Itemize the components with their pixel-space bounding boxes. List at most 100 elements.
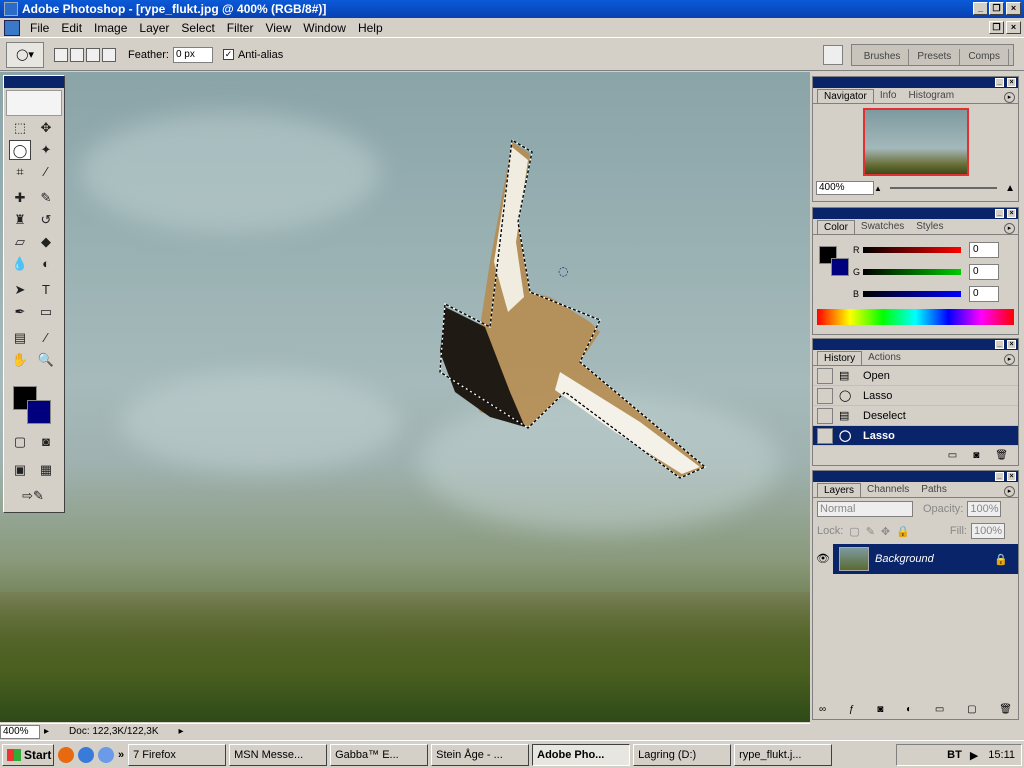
- tab-paths[interactable]: Paths: [915, 483, 953, 497]
- start-button[interactable]: Start: [2, 743, 54, 766]
- tab-navigator[interactable]: Navigator: [817, 89, 874, 103]
- tab-swatches[interactable]: Swatches: [855, 220, 910, 234]
- blend-mode-select[interactable]: Normal: [817, 501, 913, 517]
- lock-all-icon[interactable]: 🔒: [896, 525, 910, 538]
- brush-tool-icon[interactable]: ✎: [35, 188, 57, 208]
- well-tab-presets[interactable]: Presets: [909, 49, 961, 65]
- feather-input[interactable]: [172, 46, 213, 63]
- tab-actions[interactable]: Actions: [862, 351, 907, 365]
- subtract-selection-icon[interactable]: [86, 47, 100, 62]
- lock-transparent-icon[interactable]: ▢: [849, 525, 859, 538]
- new-document-from-state-icon[interactable]: ▭: [948, 450, 957, 461]
- firefox-quicklaunch-icon[interactable]: [58, 746, 74, 763]
- tray-bt-label[interactable]: BT: [947, 749, 962, 761]
- red-slider[interactable]: [863, 247, 961, 253]
- fullscreen-mode-icon[interactable]: ▦: [35, 460, 57, 480]
- history-item-lasso[interactable]: ◯ Lasso: [813, 386, 1018, 406]
- type-tool-icon[interactable]: T: [35, 280, 57, 300]
- history-snapshot-toggle[interactable]: [817, 367, 833, 384]
- well-tab-brushes[interactable]: Brushes: [856, 49, 910, 65]
- navigator-thumbnail[interactable]: [862, 108, 969, 176]
- image-canvas[interactable]: ◌: [0, 72, 810, 722]
- green-value-input[interactable]: 0: [969, 264, 999, 280]
- tool-preset-picker[interactable]: ◯▾: [6, 41, 44, 68]
- layer-style-icon[interactable]: ƒ: [849, 704, 855, 715]
- panel-close-button[interactable]: ×: [1007, 340, 1016, 349]
- panel-minimize-button[interactable]: _: [995, 78, 1004, 87]
- lock-image-icon[interactable]: ✎: [866, 525, 875, 538]
- menu-edit[interactable]: Edit: [55, 21, 88, 35]
- tray-play-icon[interactable]: ▶: [970, 749, 978, 762]
- history-brush-icon[interactable]: ↺: [35, 210, 57, 230]
- navigator-zoom-field[interactable]: 400%: [816, 181, 874, 195]
- panel-menu-icon[interactable]: ▸: [1004, 486, 1015, 497]
- dodge-tool-icon[interactable]: ◐: [35, 254, 57, 274]
- document-icon[interactable]: [4, 19, 20, 36]
- notes-tool-icon[interactable]: ▤: [9, 328, 31, 348]
- task-firefox[interactable]: 7 Firefox: [128, 743, 227, 766]
- panel-minimize-button[interactable]: _: [995, 472, 1004, 481]
- history-item-deselect[interactable]: ▤ Deselect: [813, 406, 1018, 426]
- crop-tool-icon[interactable]: ⌗: [9, 162, 31, 182]
- menu-window[interactable]: Window: [297, 21, 352, 35]
- menu-select[interactable]: Select: [175, 21, 220, 35]
- task-gabba[interactable]: Gabba™ E...: [330, 743, 429, 766]
- close-button[interactable]: ×: [1006, 2, 1021, 15]
- restore-button[interactable]: ❐: [989, 2, 1004, 15]
- panel-close-button[interactable]: ×: [1007, 78, 1016, 87]
- lasso-tool-icon[interactable]: ◯: [9, 140, 31, 160]
- background-color-swatch[interactable]: [27, 400, 51, 424]
- new-group-icon[interactable]: ▭: [935, 704, 944, 715]
- ie-quicklaunch-icon[interactable]: [98, 746, 114, 763]
- opacity-input[interactable]: 100%: [967, 501, 1002, 517]
- intersect-selection-icon[interactable]: [102, 47, 116, 62]
- status-arrow-icon[interactable]: ▸: [179, 726, 184, 737]
- magic-wand-icon[interactable]: ✦: [35, 140, 57, 160]
- zoom-in-icon[interactable]: ▲: [1005, 183, 1015, 194]
- standard-mode-icon[interactable]: ▢: [9, 432, 31, 452]
- menu-view[interactable]: View: [259, 21, 297, 35]
- clone-stamp-icon[interactable]: ♜: [9, 210, 31, 230]
- marquee-tool-icon[interactable]: ⬚: [9, 118, 31, 138]
- hand-tool-icon[interactable]: ✋: [9, 350, 31, 370]
- snapshot-icon[interactable]: ◙: [973, 450, 979, 461]
- status-zoom-field[interactable]: 400%: [0, 724, 40, 739]
- trash-icon[interactable]: 🗑: [995, 450, 1008, 461]
- task-rype-flukt[interactable]: rype_flukt.j...: [734, 743, 833, 766]
- blue-slider[interactable]: [863, 291, 961, 297]
- jump-to-imageready-icon[interactable]: ⇨✎: [9, 486, 57, 506]
- tab-info[interactable]: Info: [874, 89, 903, 103]
- panel-menu-icon[interactable]: ▸: [1004, 354, 1015, 365]
- panel-minimize-button[interactable]: _: [995, 340, 1004, 349]
- adjustment-layer-icon[interactable]: ◐: [906, 704, 912, 715]
- quick-mask-icon[interactable]: ◙: [35, 432, 57, 452]
- panel-menu-icon[interactable]: ▸: [1004, 92, 1015, 103]
- panel-close-button[interactable]: ×: [1007, 472, 1016, 481]
- paint-bucket-icon[interactable]: ◆: [35, 232, 57, 252]
- menu-filter[interactable]: Filter: [221, 21, 260, 35]
- add-selection-icon[interactable]: [70, 47, 84, 62]
- history-snapshot-toggle[interactable]: [817, 427, 833, 444]
- path-selection-icon[interactable]: ➤: [9, 280, 31, 300]
- tab-styles[interactable]: Styles: [910, 220, 949, 234]
- status-menu-icon[interactable]: ▸: [44, 726, 49, 737]
- eyedropper-icon[interactable]: ⁄: [35, 328, 57, 348]
- history-item-open[interactable]: ▤ Open: [813, 366, 1018, 386]
- pen-tool-icon[interactable]: ✒: [9, 302, 31, 322]
- link-layers-icon[interactable]: ∞: [819, 704, 826, 715]
- layer-mask-icon[interactable]: ◙: [877, 704, 883, 715]
- delete-layer-icon[interactable]: 🗑: [999, 704, 1012, 715]
- tab-channels[interactable]: Channels: [861, 483, 915, 497]
- tab-history[interactable]: History: [817, 351, 863, 365]
- green-slider[interactable]: [863, 269, 961, 275]
- panel-close-button[interactable]: ×: [1007, 209, 1016, 218]
- new-selection-icon[interactable]: [54, 47, 68, 62]
- menu-layer[interactable]: Layer: [133, 21, 175, 35]
- menu-file[interactable]: File: [24, 21, 55, 35]
- lock-position-icon[interactable]: ✥: [881, 525, 890, 538]
- doc-close-button[interactable]: ×: [1006, 21, 1021, 34]
- minimize-button[interactable]: _: [973, 2, 988, 15]
- blue-value-input[interactable]: 0: [969, 286, 999, 302]
- zoom-out-icon[interactable]: ▲: [874, 184, 882, 193]
- task-lagring[interactable]: Lagring (D:): [633, 743, 732, 766]
